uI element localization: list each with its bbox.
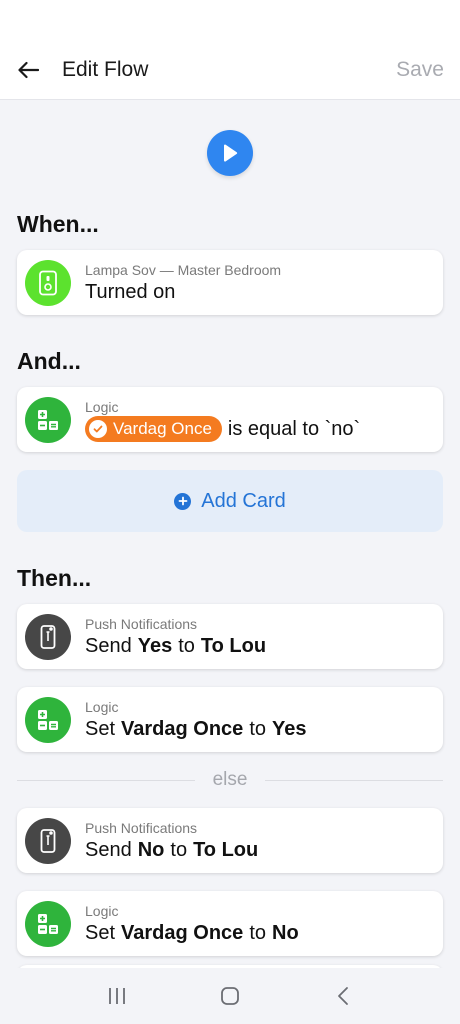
card-value: No [137,838,165,861]
recents-button[interactable] [97,976,137,1016]
add-card-label: Add Card [201,489,286,512]
test-flow-button[interactable] [207,130,253,176]
card-word: to [170,838,188,861]
condition-card[interactable]: Logic Vardag Once is equal to `no` [17,387,443,452]
play-area [17,100,443,196]
save-button[interactable]: Save [396,58,444,82]
play-icon [224,144,238,162]
logic-icon [25,696,71,743]
card-subtitle: Logic [85,398,119,415]
card-value: To Lou [200,634,267,657]
when-section-title: When... [17,211,99,237]
card-value: Vardag Once [121,921,244,944]
card-word: to [249,921,266,944]
home-button[interactable] [210,976,250,1016]
page-title: Edit Flow [62,57,149,81]
card-subtitle: Logic [85,698,119,715]
else-label: else [212,769,248,790]
and-section-title: And... [17,348,81,374]
phone-icon [25,817,71,864]
phone-icon [25,613,71,660]
variable-token-label: Vardag Once [113,418,212,438]
card-value: Yes [272,717,307,740]
system-back-button[interactable] [323,976,363,1016]
add-card-button[interactable]: Add Card [17,470,443,532]
card-word: Send [85,838,132,861]
card-subtitle: Logic [85,902,119,919]
back-button[interactable] [16,58,40,82]
card-subtitle: Push Notifications [85,615,198,632]
plus-circle-icon [174,492,192,510]
app-bar: Edit Flow Save [0,40,460,100]
then-section-title: Then... [17,565,92,591]
card-word: to [178,634,195,657]
check-circle-icon [89,419,107,438]
card-value: No [272,921,299,944]
chevron-left-icon [338,987,349,1005]
logic-icon [25,396,71,443]
action-card[interactable]: Push Notifications Send Yes to To Lou [17,604,443,669]
variable-token[interactable]: Vardag Once [85,415,222,442]
card-word: Set [85,921,116,944]
card-value: To Lou [193,838,259,861]
card-word: Set [85,717,116,740]
card-subtitle: Push Notifications [85,819,198,836]
status-bar [0,0,460,40]
else-action-card[interactable]: Push Notifications Send No to To Lou [17,808,443,873]
flow-editor: When... Lampa Sov — Master Bedroom Turne… [0,100,460,956]
system-nav-bar [0,968,460,1024]
recents-icon [108,988,125,1004]
card-title: Turned on [85,280,176,303]
card-word: to [249,717,266,740]
else-action-card[interactable]: Logic Set Vardag Once to No [17,891,443,956]
home-icon [221,987,239,1005]
action-card[interactable]: Logic Set Vardag Once to Yes [17,687,443,752]
trigger-card[interactable]: Lampa Sov — Master Bedroom Turned on [17,250,443,315]
light-switch-icon [25,259,71,306]
card-value: Vardag Once [121,717,244,740]
card-subtitle: Lampa Sov — Master Bedroom [85,261,282,278]
else-divider: else [17,764,444,796]
condition-text: is equal to `no` [227,417,361,440]
card-value: Yes [137,634,173,657]
card-word: Send [85,634,132,657]
logic-icon [25,900,71,947]
arrow-left-icon [18,61,39,78]
